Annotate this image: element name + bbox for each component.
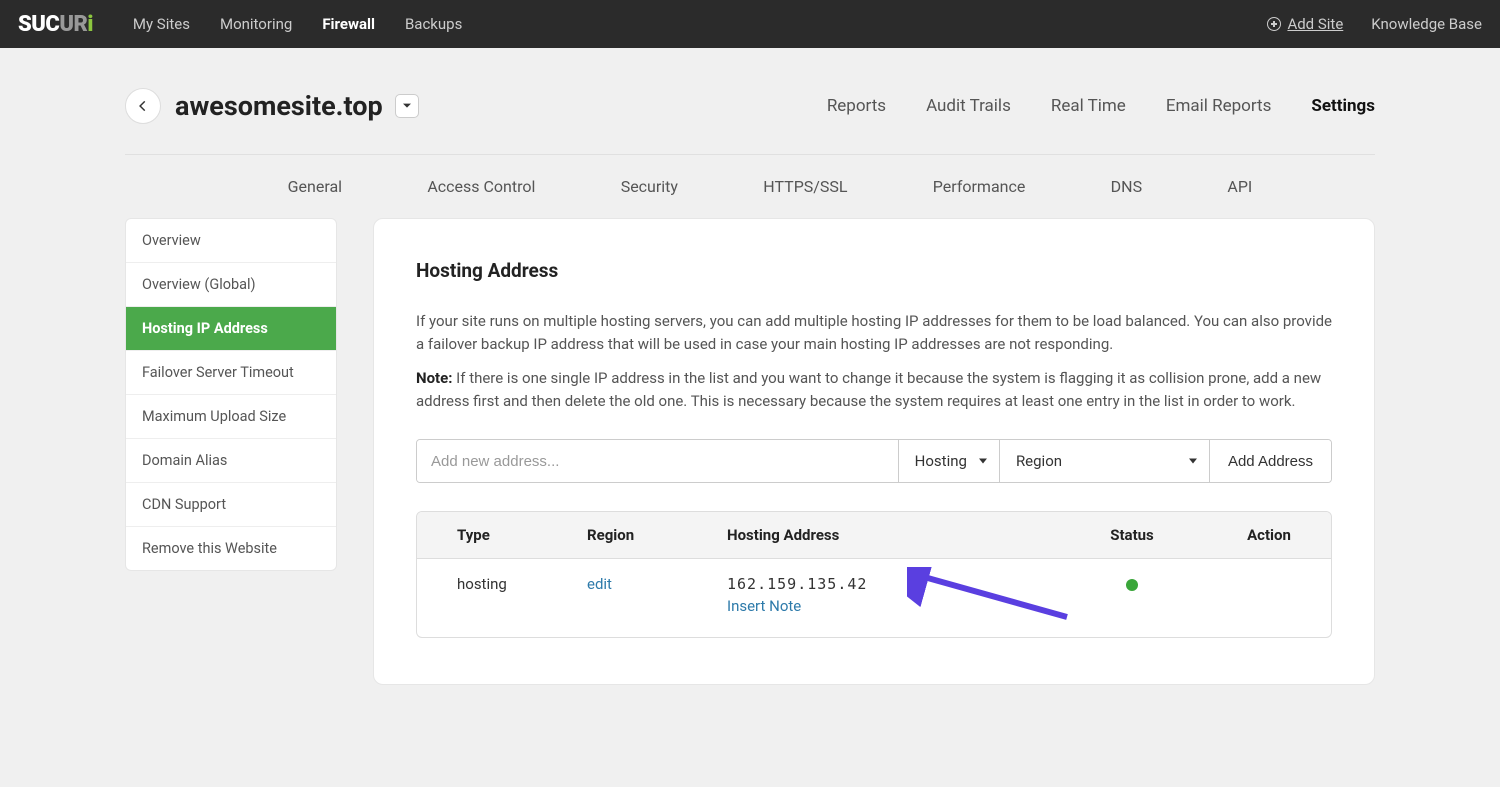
- panel-description: If your site runs on multiple hosting se…: [416, 310, 1332, 357]
- sidebar-item-cdn-support[interactable]: CDN Support: [126, 483, 336, 527]
- th-address: Hosting Address: [727, 526, 1057, 544]
- topnav-right: Add Site Knowledge Base: [1267, 15, 1482, 33]
- logo: SUCURi: [18, 12, 93, 37]
- settings-subtabs: General Access Control Security HTTPS/SS…: [125, 155, 1375, 218]
- knowledge-base-link[interactable]: Knowledge Base: [1371, 15, 1482, 33]
- plus-icon: [1267, 17, 1281, 31]
- note-label: Note:: [416, 369, 452, 387]
- add-site-link[interactable]: Add Site: [1267, 15, 1343, 33]
- panel-note: Note: If there is one single IP address …: [416, 367, 1332, 414]
- subtab-dns[interactable]: DNS: [1111, 177, 1142, 196]
- cell-status: [1057, 575, 1207, 595]
- hosting-table: Type Region Hosting Address Status Actio…: [416, 511, 1332, 638]
- th-action: Action: [1207, 526, 1331, 544]
- insert-note-link[interactable]: Insert Note: [727, 597, 801, 615]
- nav-firewall[interactable]: Firewall: [322, 15, 375, 33]
- sidebar-item-failover[interactable]: Failover Server Timeout: [126, 351, 336, 395]
- sidebar-item-upload-size[interactable]: Maximum Upload Size: [126, 395, 336, 439]
- nav-monitoring[interactable]: Monitoring: [220, 15, 292, 33]
- tab-reports[interactable]: Reports: [827, 96, 886, 116]
- ip-address-text: 162.159.135.42: [727, 575, 1057, 593]
- subtab-api[interactable]: API: [1227, 177, 1252, 196]
- th-type: Type: [417, 526, 587, 544]
- region-select[interactable]: Region: [999, 440, 1209, 482]
- table-header: Type Region Hosting Address Status Actio…: [417, 512, 1331, 559]
- page-header: awesomesite.top Reports Audit Trails Rea…: [125, 88, 1375, 155]
- body-row: Overview Overview (Global) Hosting IP Ad…: [125, 218, 1375, 685]
- note-text: If there is one single IP address in the…: [416, 369, 1321, 410]
- subtab-performance[interactable]: Performance: [933, 177, 1026, 196]
- sidebar-item-overview[interactable]: Overview: [126, 219, 336, 263]
- nav-my-sites[interactable]: My Sites: [133, 15, 190, 33]
- nav-backups[interactable]: Backups: [405, 15, 462, 33]
- th-region: Region: [587, 526, 727, 544]
- tab-email-reports[interactable]: Email Reports: [1166, 96, 1272, 116]
- panel-heading: Hosting Address: [416, 259, 1332, 282]
- sidebar-item-remove-website[interactable]: Remove this Website: [126, 527, 336, 570]
- table-row: hosting edit 162.159.135.42 Insert Note: [417, 559, 1331, 637]
- site-title: awesomesite.top: [175, 90, 383, 122]
- chevron-down-icon: [403, 102, 411, 110]
- subtab-general[interactable]: General: [288, 177, 342, 196]
- top-nav: SUCURi My Sites Monitoring Firewall Back…: [0, 0, 1500, 48]
- add-address-button[interactable]: Add Address: [1209, 440, 1331, 482]
- sidebar-item-hosting-ip[interactable]: Hosting IP Address: [126, 307, 336, 351]
- cell-region: edit: [587, 575, 727, 593]
- arrow-left-icon: [136, 99, 150, 113]
- tab-audit-trails[interactable]: Audit Trails: [926, 96, 1011, 116]
- topnav-links: My Sites Monitoring Firewall Backups: [133, 15, 462, 33]
- cell-type: hosting: [417, 575, 587, 593]
- subtab-security[interactable]: Security: [621, 177, 678, 196]
- settings-sidebar: Overview Overview (Global) Hosting IP Ad…: [125, 218, 337, 571]
- subtab-https-ssl[interactable]: HTTPS/SSL: [763, 177, 847, 196]
- sidebar-item-overview-global[interactable]: Overview (Global): [126, 263, 336, 307]
- subtab-access-control[interactable]: Access Control: [427, 177, 535, 196]
- add-address-row: Hosting Region Add Address: [416, 439, 1332, 483]
- edit-region-link[interactable]: edit: [587, 575, 612, 593]
- address-input[interactable]: [417, 440, 898, 482]
- site-selector-dropdown[interactable]: [395, 94, 419, 118]
- page-tabs: Reports Audit Trails Real Time Email Rep…: [827, 96, 1375, 116]
- type-select[interactable]: Hosting: [898, 440, 999, 482]
- th-status: Status: [1057, 526, 1207, 544]
- tab-real-time[interactable]: Real Time: [1051, 96, 1126, 116]
- tab-settings[interactable]: Settings: [1311, 96, 1375, 116]
- cell-address: 162.159.135.42 Insert Note: [727, 575, 1057, 615]
- sidebar-item-domain-alias[interactable]: Domain Alias: [126, 439, 336, 483]
- page-container: awesomesite.top Reports Audit Trails Rea…: [125, 48, 1375, 685]
- back-button[interactable]: [125, 88, 161, 124]
- status-dot-icon: [1126, 579, 1138, 591]
- main-panel: Hosting Address If your site runs on mul…: [373, 218, 1375, 685]
